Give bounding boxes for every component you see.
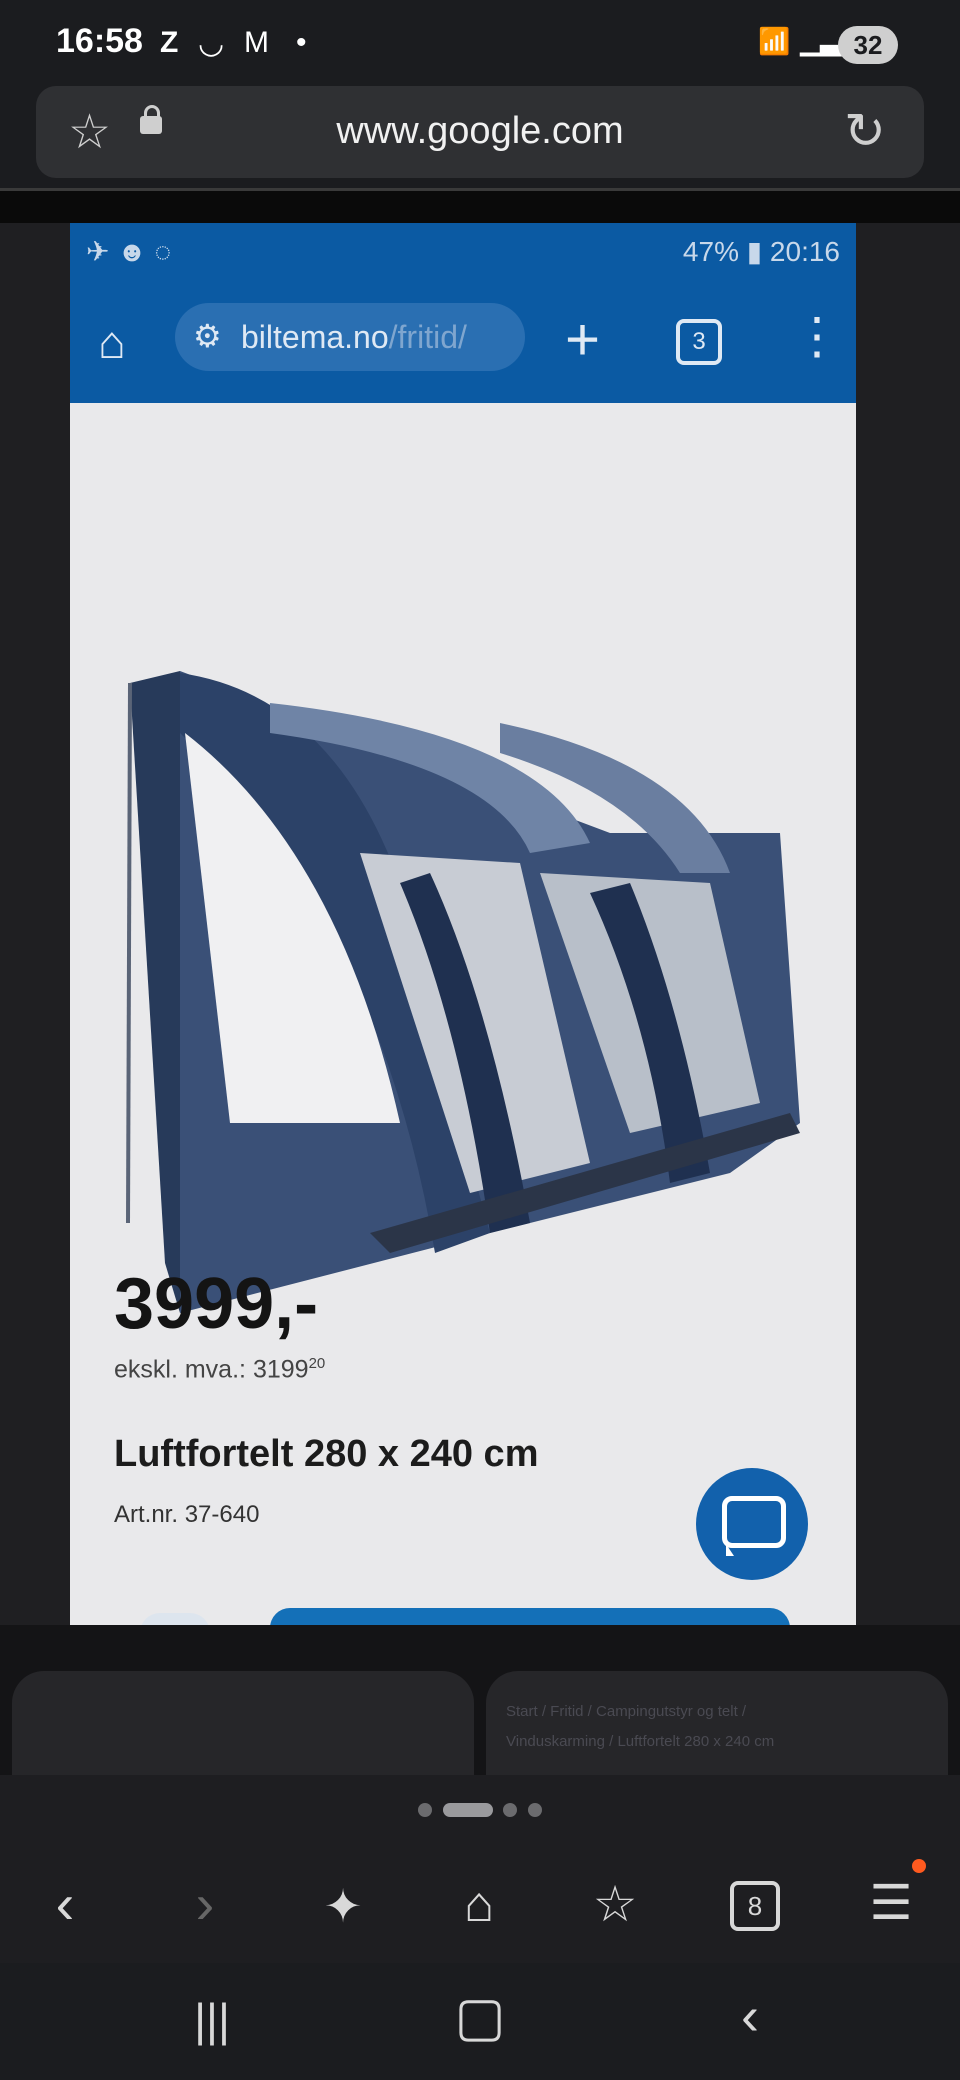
embedded-status-bar: ✈ ☻ ◌ 47% ▮ 20:16 xyxy=(70,223,856,283)
forward-icon[interactable]: › xyxy=(160,1871,250,1936)
more-vert-icon: ⋮ xyxy=(792,308,842,364)
tune-icon: ⚙ xyxy=(193,318,222,354)
smile-icon: ◡ xyxy=(198,27,225,60)
tent-product-image xyxy=(70,403,856,1413)
chat-icon-tail xyxy=(726,1544,734,1556)
ex-vat-label: ekskl. mva.: xyxy=(114,1355,246,1384)
battery-indicator: 32 xyxy=(838,26,898,64)
breadcrumb-line-1: Start / Fritid / Campingutstyr og telt / xyxy=(506,1703,747,1720)
embedded-status-right: 47% ▮ 20:16 xyxy=(682,236,840,267)
article-number: Art.nr. 37-640 xyxy=(114,1501,260,1528)
ex-vat-value: 3199 xyxy=(252,1355,309,1384)
embedded-url-path: /fritid/ xyxy=(388,319,467,355)
embedded-browser-toolbar: ⌂ ⚙ biltema.no/fritid/ + 3 ⋮ xyxy=(70,283,856,403)
product-name: Luftfortelt 280 x 240 cm xyxy=(114,1433,539,1475)
address-bar[interactable]: ☆ www.google.com ↻ xyxy=(36,86,924,178)
wifi-icon: 📶 xyxy=(758,26,791,56)
pager-dot[interactable] xyxy=(418,1803,432,1817)
back-icon[interactable]: ‹ xyxy=(20,1871,110,1936)
reload-icon[interactable]: ↻ xyxy=(844,102,886,160)
plus-icon: + xyxy=(565,306,601,373)
embedded-url-domain: biltema.no xyxy=(241,319,389,355)
menu-icon[interactable]: ☰ xyxy=(846,1875,936,1931)
bookmarks-icon[interactable]: ☆ xyxy=(570,1875,660,1933)
image-pager[interactable] xyxy=(0,1775,960,1846)
system-nav-bar: ||| ▢ ‹ xyxy=(0,1963,960,2080)
clock: 16:58 xyxy=(56,22,143,60)
home-icon: ⌂ xyxy=(98,316,126,368)
embedded-primary-button xyxy=(270,1608,790,1625)
pager-dot-active[interactable] xyxy=(443,1803,493,1817)
result-card-left[interactable] xyxy=(12,1671,474,1791)
chat-icon xyxy=(722,1496,786,1548)
search-result-image[interactable]: ✈ ☻ ◌ 47% ▮ 20:16 ⌂ ⚙ biltema.no/fritid/… xyxy=(70,223,856,1625)
url-text[interactable]: www.google.com xyxy=(36,110,924,153)
tabs-icon[interactable]: 8 xyxy=(730,1881,780,1931)
recents-icon[interactable]: ||| xyxy=(152,1993,272,2047)
home-circle-icon[interactable]: ▢ xyxy=(420,1985,540,2048)
system-back-icon[interactable]: ‹ xyxy=(690,1985,810,2047)
product-price: 3999,- xyxy=(114,1264,319,1344)
z-app-icon: Z xyxy=(160,26,179,59)
dot-icon: • xyxy=(296,26,307,59)
system-status-bar: 16:58 Z ◡ M • 📶 ▁▃▅ 32 xyxy=(0,0,960,86)
gmail-icon: M xyxy=(244,26,269,59)
breadcrumb-line-2: Vinduskarming / Luftfortelt 280 x 240 cm xyxy=(506,1733,775,1750)
ex-vat-cents: 20 xyxy=(308,1355,326,1372)
browser-bottom-nav: ‹ › ✦ ⌂ ☆ 8 ☰ xyxy=(0,1843,960,1963)
notification-dot xyxy=(912,1859,926,1873)
ex-vat-price: ekskl. mva.: 319920 xyxy=(114,1355,325,1384)
sparkle-icon[interactable]: ✦ xyxy=(298,1879,388,1933)
chat-button xyxy=(696,1468,808,1580)
home-icon[interactable]: ⌂ xyxy=(434,1875,524,1933)
pager-dot[interactable] xyxy=(528,1803,542,1817)
embedded-status-left: ✈ ☻ ◌ xyxy=(86,236,172,267)
result-card-right[interactable]: Start / Fritid / Campingutstyr og telt /… xyxy=(486,1671,948,1791)
breadcrumb: Start / Fritid / Campingutstyr og telt /… xyxy=(506,1697,774,1757)
embedded-url-pill: ⚙ biltema.no/fritid/ xyxy=(175,303,525,371)
embedded-secondary-button xyxy=(140,1613,210,1625)
page-top-band xyxy=(0,191,960,223)
embedded-url: biltema.no/fritid/ xyxy=(241,319,467,356)
tabs-icon: 3 xyxy=(676,319,722,365)
pager-dot[interactable] xyxy=(503,1803,517,1817)
